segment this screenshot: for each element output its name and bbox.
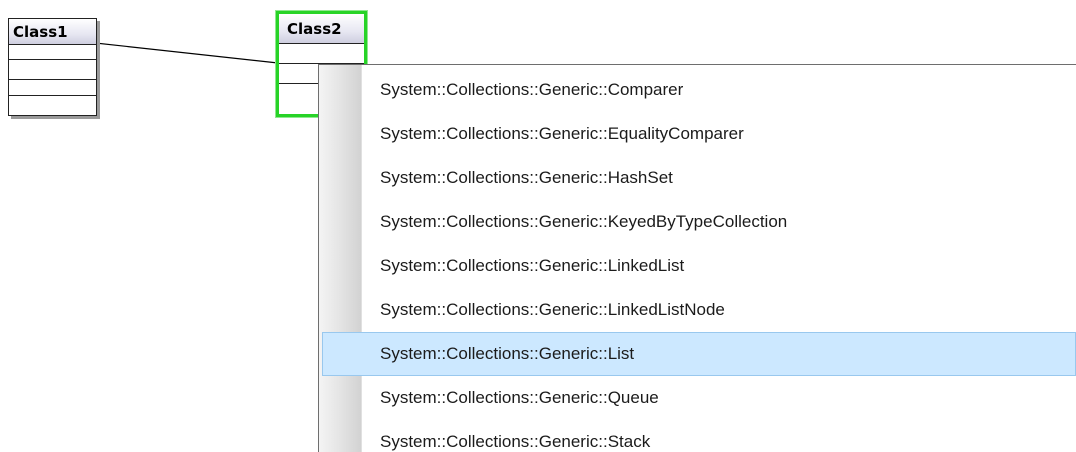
class1-compartment[interactable]	[9, 96, 96, 115]
dropdown-item-linkedlist[interactable]: System::Collections::Generic::LinkedList	[319, 244, 1076, 288]
class1-compartment[interactable]	[9, 45, 96, 60]
type-suggestion-dropdown[interactable]: System::Collections::Generic::Comparer S…	[318, 64, 1076, 452]
class1-box[interactable]: Class1	[8, 18, 97, 116]
class2-compartment[interactable]	[279, 44, 364, 64]
dropdown-item-equalitycomparer[interactable]: System::Collections::Generic::EqualityCo…	[319, 112, 1076, 156]
dropdown-item-keyedbytypecollection[interactable]: System::Collections::Generic::KeyedByTyp…	[319, 200, 1076, 244]
class1-name[interactable]: Class1	[9, 19, 96, 45]
dropdown-item-queue[interactable]: System::Collections::Generic::Queue	[319, 376, 1076, 420]
dropdown-item-linkedlistnode[interactable]: System::Collections::Generic::LinkedList…	[319, 288, 1076, 332]
diagram-canvas[interactable]: Class1 Class2 System::Collections::Gener…	[0, 0, 1076, 452]
class1-compartment[interactable]	[9, 80, 96, 96]
dropdown-item-comparer[interactable]: System::Collections::Generic::Comparer	[319, 68, 1076, 112]
dropdown-item-list[interactable]: System::Collections::Generic::List	[322, 332, 1076, 376]
class1-compartment[interactable]	[9, 60, 96, 80]
dropdown-item-hashset[interactable]: System::Collections::Generic::HashSet	[319, 156, 1076, 200]
dropdown-item-stack[interactable]: System::Collections::Generic::Stack	[319, 420, 1076, 452]
dropdown-list: System::Collections::Generic::Comparer S…	[319, 68, 1076, 452]
class2-name[interactable]: Class2	[279, 14, 364, 44]
